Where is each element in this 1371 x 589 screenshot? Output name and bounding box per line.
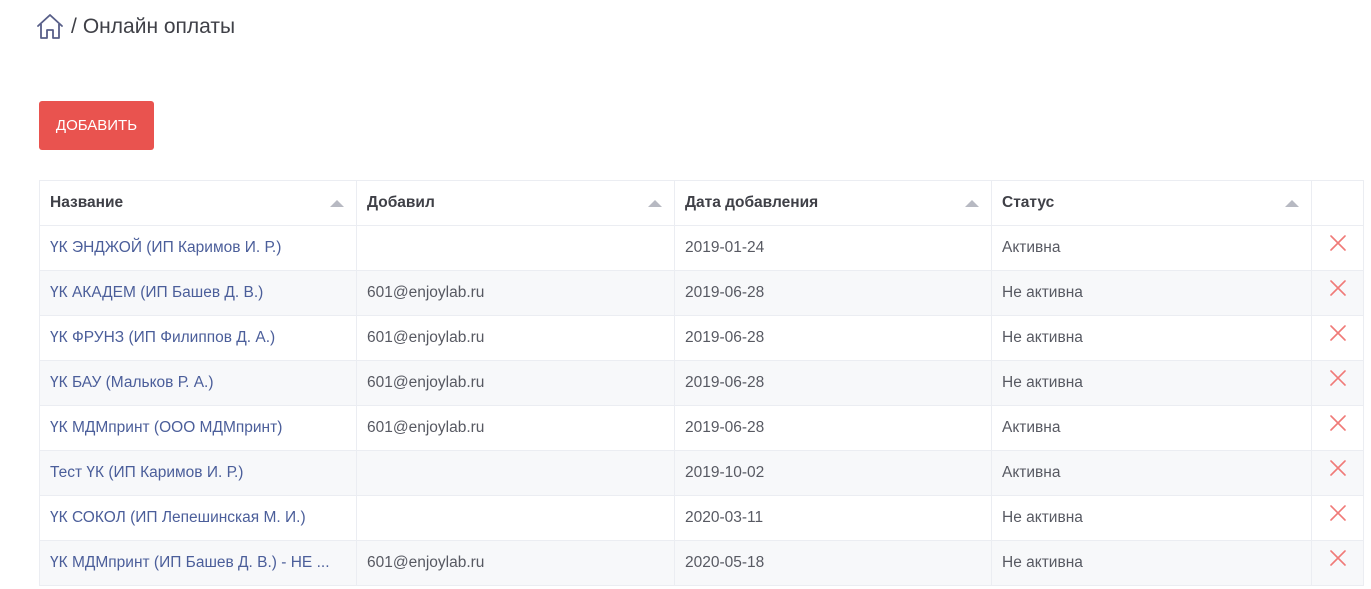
payments-table: Название Добавил Дата добавления Статус … xyxy=(39,180,1364,586)
table-row: Тест ҮК (ИП Каримов И. Р.) 2019-10-02 Акти… xyxy=(39,450,1364,496)
page-title: Онлайн оплаты xyxy=(82,15,236,38)
close-icon[interactable] xyxy=(1329,279,1346,296)
column-header-label: Добавил xyxy=(367,194,435,211)
column-header-added-by[interactable]: Добавил xyxy=(356,180,675,226)
table-header-row: Название Добавил Дата добавления Статус xyxy=(39,180,1364,226)
cell-date: 2019-06-28 xyxy=(674,315,992,361)
cell-name: ҮК БАУ (Мальков Р. А.) xyxy=(39,360,357,406)
close-icon[interactable] xyxy=(1329,504,1346,521)
cell-actions xyxy=(1311,540,1364,586)
cell-status: Активна xyxy=(991,225,1312,271)
column-header-status[interactable]: Статус xyxy=(991,180,1312,226)
cell-name: Тест ҮК (ИП Каримов И. Р.) xyxy=(39,450,357,496)
sort-arrow-icon[interactable] xyxy=(648,200,662,207)
payment-name-link[interactable]: Тест ҮК (ИП Каримов И. Р.) xyxy=(50,464,243,481)
cell-actions xyxy=(1311,495,1364,541)
cell-added-by: 601@enjoylab.ru xyxy=(356,270,675,316)
table-row: ҮК АКАДЕМ (ИП Башев Д. В.) 601@enjoylab.r… xyxy=(39,270,1364,316)
cell-date: 2019-06-28 xyxy=(674,405,992,451)
table-row: ҮК МДМпринт (ИП Башев Д. В.) - НЕ ... 601… xyxy=(39,540,1364,586)
cell-added-by: 601@enjoylab.ru xyxy=(356,405,675,451)
table-row: ҮК ЭНДЖОЙ (ИП Каримов И. Р.) 2019-01-24 Ак… xyxy=(39,225,1364,271)
close-icon[interactable] xyxy=(1329,369,1346,386)
cell-date: 2020-03-11 xyxy=(674,495,992,541)
cell-actions xyxy=(1311,360,1364,406)
cell-name: ҮК АКАДЕМ (ИП Башев Д. В.) xyxy=(39,270,357,316)
close-icon[interactable] xyxy=(1329,234,1346,251)
payment-name-link[interactable]: ҮК ЭНДЖОЙ (ИП Каримов И. Р.) xyxy=(50,239,281,256)
breadcrumb-separator: / xyxy=(71,15,77,38)
cell-actions xyxy=(1311,450,1364,496)
column-header-date[interactable]: Дата добавления xyxy=(674,180,992,226)
cell-date: 2020-05-18 xyxy=(674,540,992,586)
column-header-label: Статус xyxy=(1002,194,1055,211)
cell-actions xyxy=(1311,405,1364,451)
cell-date: 2019-10-02 xyxy=(674,450,992,496)
table-row: ҮК МДМпринт (ООО МДМпринт) 601@enjoylab.r… xyxy=(39,405,1364,451)
payment-name-link[interactable]: ҮК ФРУНЗ (ИП Филиппов Д. А.) xyxy=(50,329,275,346)
cell-actions xyxy=(1311,315,1364,361)
cell-status: Не активна xyxy=(991,270,1312,316)
payment-name-link[interactable]: ҮК АКАДЕМ (ИП Башев Д. В.) xyxy=(50,284,263,301)
cell-name: ҮК ЭНДЖОЙ (ИП Каримов И. Р.) xyxy=(39,225,357,271)
close-icon[interactable] xyxy=(1329,324,1346,341)
close-icon[interactable] xyxy=(1329,549,1346,566)
cell-date: 2019-01-24 xyxy=(674,225,992,271)
column-header-name[interactable]: Название xyxy=(39,180,357,226)
table-row: ҮК БАУ (Мальков Р. А.) 601@enjoylab.ru 201… xyxy=(39,360,1364,406)
close-icon[interactable] xyxy=(1329,459,1346,476)
cell-name: ҮК ФРУНЗ (ИП Филиппов Д. А.) xyxy=(39,315,357,361)
cell-status: Не активна xyxy=(991,495,1312,541)
payment-name-link[interactable]: ҮК БАУ (Мальков Р. А.) xyxy=(50,374,214,391)
column-header-label: Дата добавления xyxy=(685,194,819,211)
column-header-actions xyxy=(1311,180,1364,226)
payment-name-link[interactable]: ҮК СОКОЛ (ИП Лепешинская М. И.) xyxy=(50,509,306,526)
page-header: / Онлайн оплаты xyxy=(0,0,1371,66)
close-icon[interactable] xyxy=(1329,414,1346,431)
column-header-label: Название xyxy=(50,194,124,211)
cell-status: Не активна xyxy=(991,540,1312,586)
main-content: ДОБАВИТЬ Название Добавил Дата добавлени… xyxy=(0,66,1371,589)
table-row: ҮК СОКОЛ (ИП Лепешинская М. И.) 2020-03-1… xyxy=(39,495,1364,541)
cell-status: Активна xyxy=(991,450,1312,496)
cell-added-by xyxy=(356,450,675,496)
cell-date: 2019-06-28 xyxy=(674,270,992,316)
cell-actions xyxy=(1311,270,1364,316)
payment-name-link[interactable]: ҮК МДМпринт (ООО МДМпринт) xyxy=(50,419,282,436)
add-button[interactable]: ДОБАВИТЬ xyxy=(39,101,154,150)
cell-name: ҮК МДМпринт (ИП Башев Д. В.) - НЕ ... xyxy=(39,540,357,586)
cell-status: Активна xyxy=(991,405,1312,451)
cell-added-by xyxy=(356,495,675,541)
payment-name-link[interactable]: ҮК МДМпринт (ИП Башев Д. В.) - НЕ ... xyxy=(50,554,330,571)
breadcrumb: / Онлайн оплаты xyxy=(35,10,235,44)
cell-added-by: 601@enjoylab.ru xyxy=(356,540,675,586)
sort-arrow-icon[interactable] xyxy=(965,200,979,207)
sort-arrow-icon[interactable] xyxy=(330,200,344,207)
cell-name: ҮК СОКОЛ (ИП Лепешинская М. И.) xyxy=(39,495,357,541)
cell-status: Не активна xyxy=(991,315,1312,361)
home-icon[interactable] xyxy=(35,12,65,42)
cell-name: ҮК МДМпринт (ООО МДМпринт) xyxy=(39,405,357,451)
cell-actions xyxy=(1311,225,1364,271)
cell-added-by: 601@enjoylab.ru xyxy=(356,315,675,361)
cell-added-by: 601@enjoylab.ru xyxy=(356,360,675,406)
cell-status: Не активна xyxy=(991,360,1312,406)
sort-arrow-icon[interactable] xyxy=(1285,200,1299,207)
table-row: ҮК ФРУНЗ (ИП Филиппов Д. А.) 601@enjoylab… xyxy=(39,315,1364,361)
table-body: ҮК ЭНДЖОЙ (ИП Каримов И. Р.) 2019-01-24 Ак… xyxy=(39,225,1364,586)
cell-date: 2019-06-28 xyxy=(674,360,992,406)
cell-added-by xyxy=(356,225,675,271)
